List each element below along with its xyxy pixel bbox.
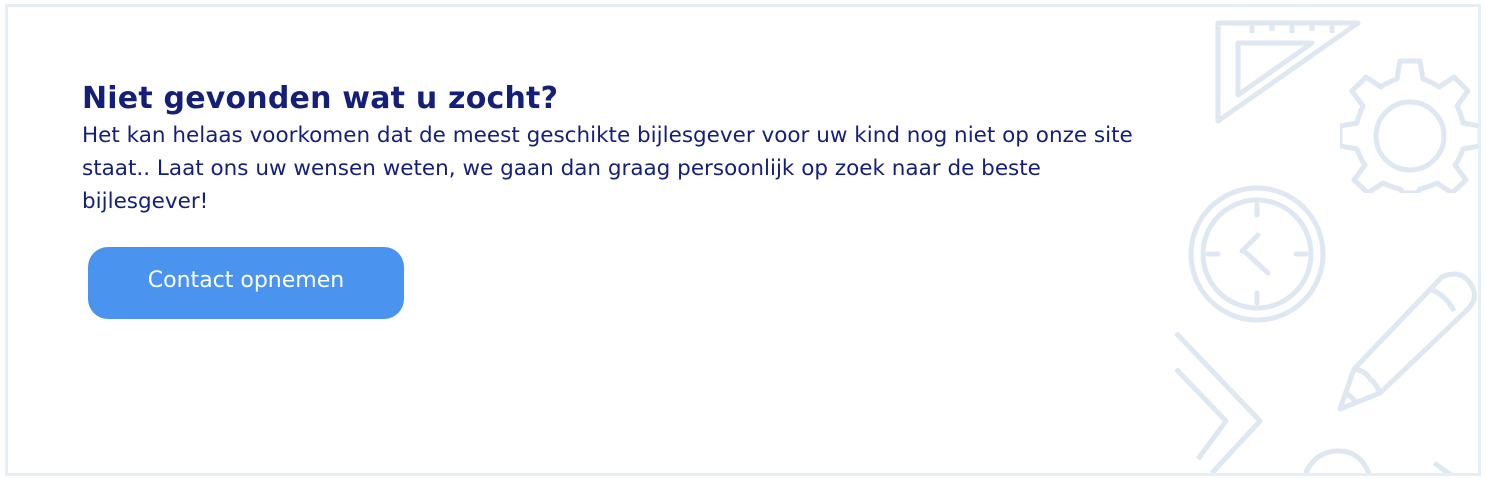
pencil-icon — [1337, 271, 1477, 412]
set-square-icon — [1174, 331, 1263, 473]
protractor-icon — [1304, 448, 1453, 473]
decorative-illustrations — [1168, 7, 1478, 473]
banner-title: Niet gevonden wat u zocht? — [82, 81, 559, 116]
gear-icon — [1340, 58, 1478, 193]
contact-banner: Niet gevonden wat u zocht? Het kan helaa… — [5, 4, 1481, 476]
clock-icon — [1188, 185, 1326, 323]
contact-button[interactable]: Contact opnemen — [88, 247, 404, 319]
banner-content: Niet gevonden wat u zocht? Het kan helaa… — [82, 79, 1162, 218]
banner-description: Het kan helaas voorkomen dat de meest ge… — [82, 123, 1133, 214]
